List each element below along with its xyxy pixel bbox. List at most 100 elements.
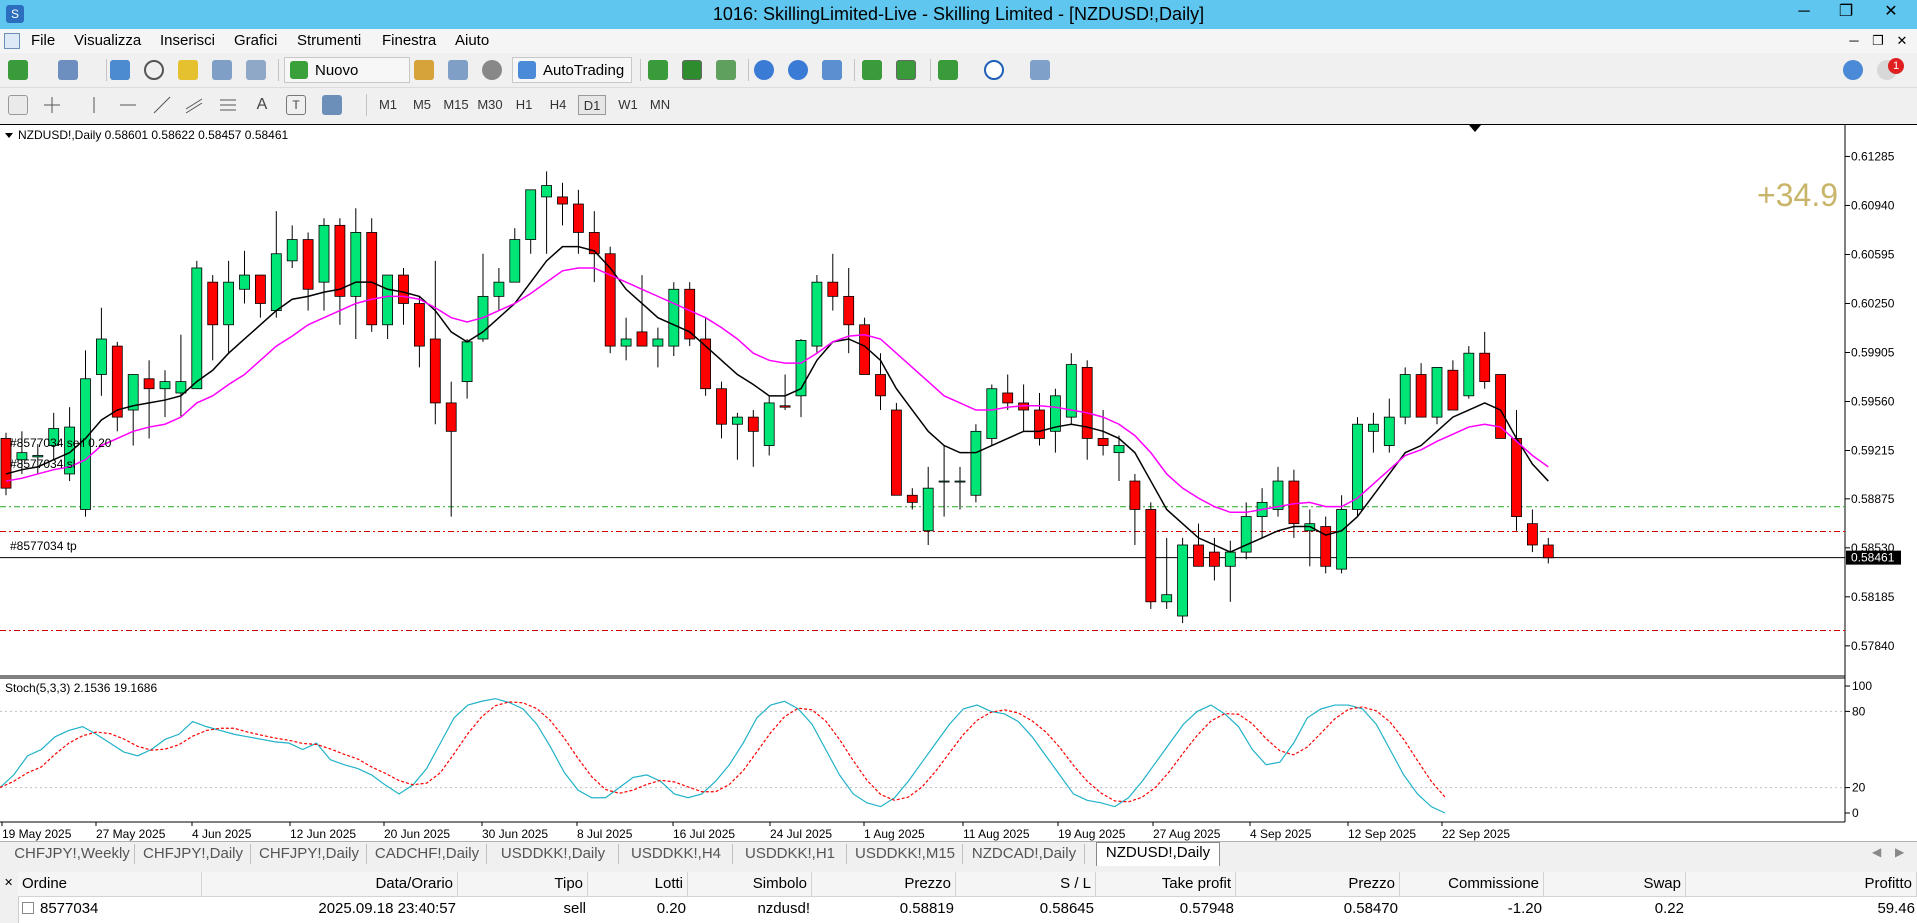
menu-strumenti[interactable]: Strumenti: [297, 32, 361, 49]
col-commission[interactable]: Commissione: [1400, 872, 1544, 896]
channel-icon[interactable]: [184, 95, 204, 115]
bar-chart-icon[interactable]: [648, 60, 668, 80]
timeframe-w1[interactable]: W1: [614, 95, 642, 115]
mdi-close-button[interactable]: ✕: [1893, 32, 1911, 50]
text-label-icon[interactable]: T: [286, 95, 306, 115]
chart-shift-marker[interactable]: [1469, 125, 1481, 132]
menu-file[interactable]: File: [31, 32, 55, 49]
chart-tab[interactable]: CADCHF!,Daily: [368, 844, 487, 864]
chart-tab[interactable]: NZDCAD!,Daily: [964, 844, 1085, 864]
indicators-icon[interactable]: [938, 60, 958, 80]
chart-window[interactable]: 0.61285 0.60940 0.60595 0.60250 0.59905 0.595…: [0, 124, 1917, 842]
minimize-button[interactable]: ─: [1785, 0, 1823, 25]
templates-icon[interactable]: [1030, 60, 1050, 80]
time-tick-label: 8 Jul 2025: [577, 827, 633, 841]
mdi-minimize-button[interactable]: ─: [1845, 32, 1863, 50]
candle-body: [827, 281, 839, 297]
crosshair-icon[interactable]: [42, 95, 62, 115]
price-chart[interactable]: 0.61285 0.60940 0.60595 0.60250 0.59905 0.595…: [0, 125, 1917, 842]
col-datetime[interactable]: Data/Orario: [202, 872, 458, 896]
text-icon[interactable]: A: [252, 95, 272, 115]
tabs-scroll-right-icon[interactable]: ▶: [1895, 845, 1904, 859]
tile-windows-icon[interactable]: [822, 60, 842, 80]
fibonacci-icon[interactable]: [218, 95, 238, 115]
line-chart-icon[interactable]: [716, 60, 736, 80]
menu-aiuto[interactable]: Aiuto: [455, 32, 489, 49]
timeframe-mn[interactable]: MN: [646, 95, 674, 115]
new-chart-icon[interactable]: [8, 60, 28, 80]
candle-body: [318, 224, 330, 283]
col-price[interactable]: Prezzo: [812, 872, 956, 896]
price-tick-label: 0.60940: [1851, 198, 1895, 212]
col-take-profit[interactable]: Take profit: [1096, 872, 1236, 896]
price-tick-label: 0.59560: [1851, 395, 1895, 409]
tabs-scroll-left-icon[interactable]: ◀: [1872, 845, 1881, 859]
col-type[interactable]: Tipo: [458, 872, 588, 896]
symbol-dropdown-icon[interactable]: [5, 133, 13, 138]
timeframe-h4[interactable]: H4: [544, 95, 572, 115]
new-order-button[interactable]: Nuovo ordine: [284, 57, 410, 105]
timeframe-h1[interactable]: H1: [510, 95, 538, 115]
timeframe-m15[interactable]: M15: [442, 95, 470, 115]
periods-icon[interactable]: [984, 60, 1004, 80]
chart-tab[interactable]: USDDKK!,M15: [848, 844, 963, 864]
menu-finestra[interactable]: Finestra: [382, 32, 436, 49]
radar-icon[interactable]: [482, 60, 502, 80]
navigator-icon[interactable]: [178, 60, 198, 80]
trend-line-icon[interactable]: [152, 95, 172, 115]
profiles-icon[interactable]: [58, 60, 78, 80]
terminal-icon[interactable]: [212, 60, 232, 80]
candle-body: [1352, 423, 1363, 510]
toolbox-handle[interactable]: ✕: [0, 872, 19, 923]
chart-tab[interactable]: CHFJPY!,Daily: [252, 844, 367, 864]
col-current-price[interactable]: Prezzo: [1236, 872, 1400, 896]
menu-inserisci[interactable]: Inserisci: [160, 32, 215, 49]
chart-tab[interactable]: USDDKK!,Daily: [488, 844, 619, 864]
menu-grafici[interactable]: Grafici: [234, 32, 277, 49]
autotrading-button[interactable]: AutoTrading: [512, 57, 632, 83]
col-swap[interactable]: Swap: [1544, 872, 1686, 896]
chart-shift-icon[interactable]: [896, 60, 916, 80]
close-button[interactable]: ✕: [1872, 0, 1910, 25]
chart-tab[interactable]: CHFJPY!,Daily: [136, 844, 251, 864]
candlestick-icon[interactable]: [682, 60, 702, 80]
zoom-out-icon[interactable]: [788, 60, 808, 80]
time-tick-label: 30 Jun 2025: [482, 827, 548, 841]
price-tick-label: 0.60595: [1851, 247, 1895, 261]
search-icon[interactable]: [1843, 60, 1863, 80]
metaeditor-icon[interactable]: [414, 60, 434, 80]
timeframe-m5[interactable]: M5: [408, 95, 436, 115]
data-window-icon[interactable]: [144, 60, 164, 80]
col-lots[interactable]: Lotti: [588, 872, 688, 896]
candle-body: [493, 281, 505, 297]
col-sl[interactable]: S / L: [956, 872, 1096, 896]
signals-icon[interactable]: [448, 60, 468, 80]
auto-scroll-icon[interactable]: [862, 60, 882, 80]
col-order[interactable]: Ordine: [18, 872, 202, 896]
notification-badge[interactable]: 1: [1888, 58, 1904, 74]
document-icon[interactable]: [4, 33, 20, 49]
timeframe-d1[interactable]: D1: [578, 95, 606, 115]
candle-body: [1209, 551, 1220, 567]
col-profit[interactable]: Profitto: [1686, 872, 1917, 896]
vertical-line-icon[interactable]: [84, 95, 104, 115]
timeframe-m1[interactable]: M1: [374, 95, 402, 115]
mdi-restore-button[interactable]: ❐: [1869, 32, 1887, 50]
restore-button[interactable]: ❐: [1827, 0, 1865, 25]
market-watch-icon[interactable]: [110, 60, 130, 80]
timeframe-m30[interactable]: M30: [476, 95, 504, 115]
chart-tab[interactable]: CHFJPY!,Weekly: [10, 844, 135, 864]
horizontal-line-icon[interactable]: [118, 95, 138, 115]
chart-tab[interactable]: USDDKK!,H4: [620, 844, 733, 864]
tester-icon[interactable]: [246, 60, 266, 80]
time-tick-label: 4 Sep 2025: [1250, 827, 1312, 841]
table-row[interactable]: 8577034 2025.09.18 23:40:57 sell 0.20 nz…: [18, 897, 1917, 921]
zoom-in-icon[interactable]: [754, 60, 774, 80]
menu-visualizza[interactable]: Visualizza: [74, 32, 141, 49]
col-symbol[interactable]: Simbolo: [688, 872, 812, 896]
chart-tab[interactable]: USDDKK!,H1: [734, 844, 847, 864]
close-icon[interactable]: ✕: [4, 876, 13, 889]
shapes-icon[interactable]: [322, 95, 342, 115]
cursor-icon[interactable]: [8, 95, 28, 115]
chart-tab-active[interactable]: NZDUSD!,Daily: [1096, 842, 1220, 866]
